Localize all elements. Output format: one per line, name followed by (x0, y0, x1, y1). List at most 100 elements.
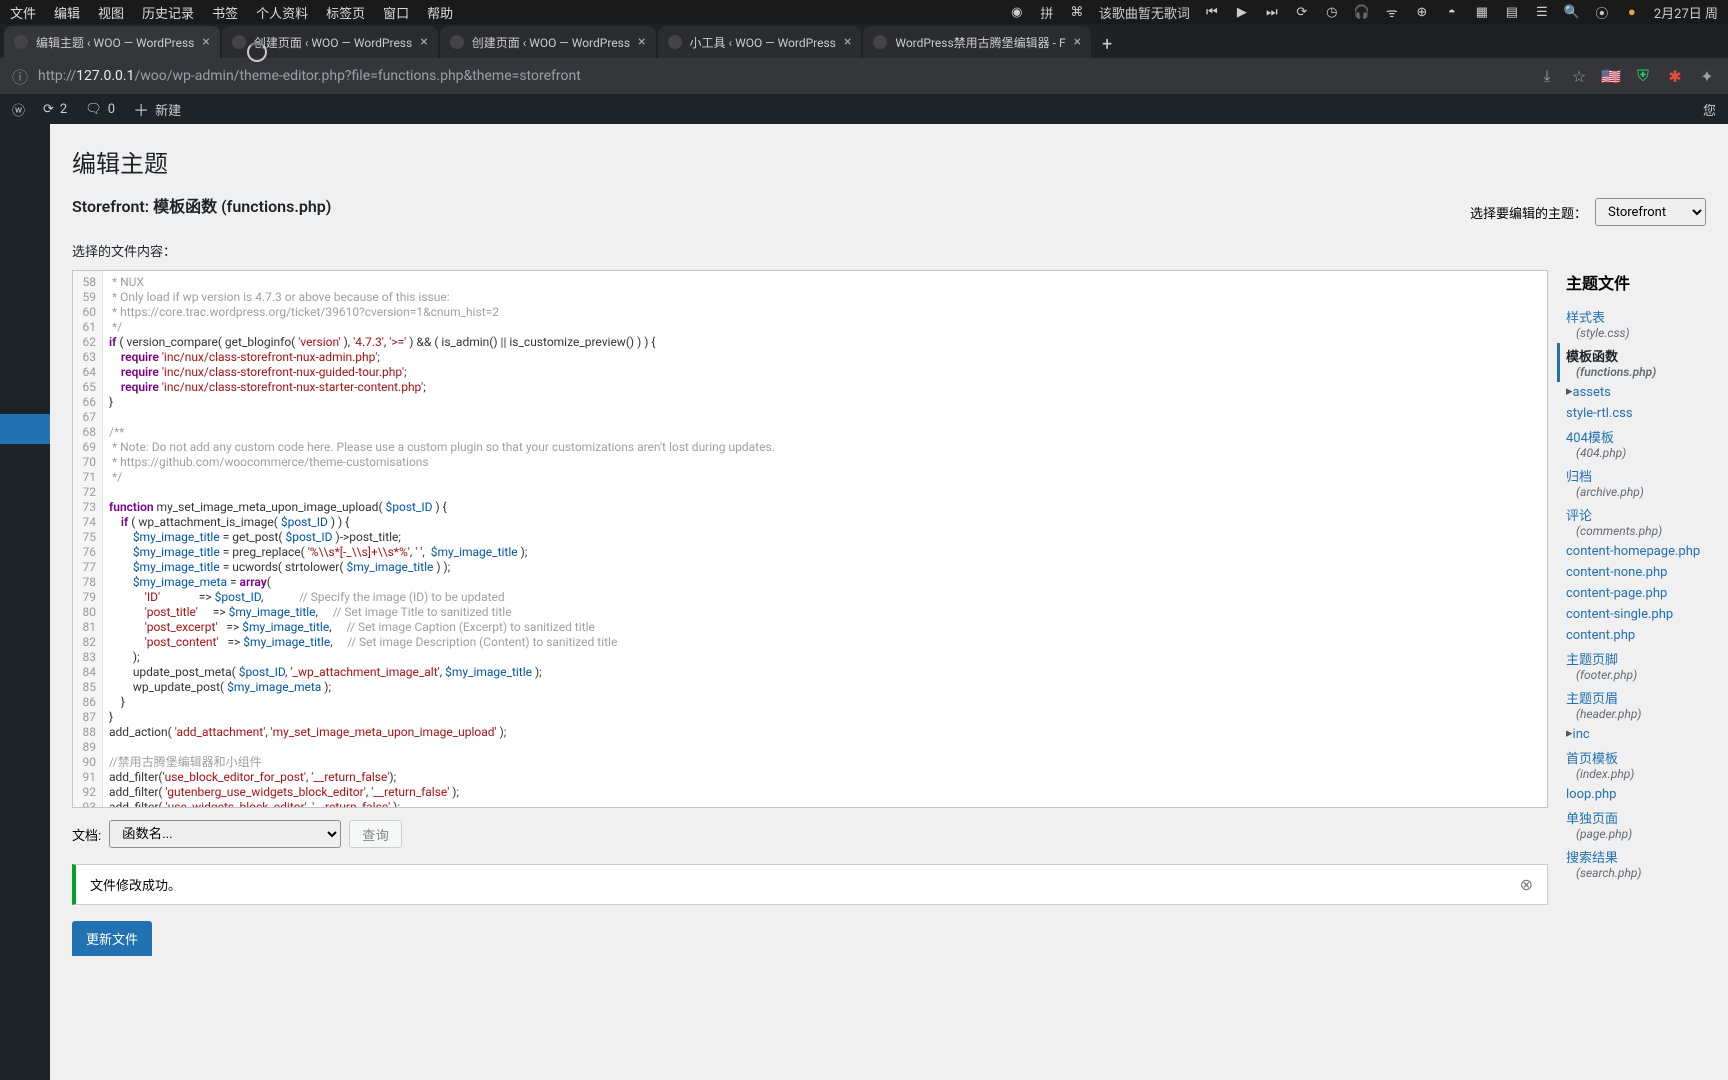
wifi-icon[interactable]: ᯤ (1384, 4, 1400, 20)
file-item[interactable]: content-homepage.php (1566, 541, 1706, 562)
ime-icon[interactable]: 拼 (1039, 4, 1055, 20)
code-content[interactable]: * NUX * Only load if wp version is 4.7.3… (103, 271, 1547, 808)
close-icon[interactable]: × (202, 34, 209, 50)
new-label: 新建 (155, 100, 181, 119)
file-item[interactable]: 首页模板(index.php) (1566, 745, 1706, 784)
file-item[interactable]: 单独页面(page.php) (1566, 805, 1706, 844)
user-greeting[interactable]: 您 (1703, 100, 1716, 119)
file-label: 404模板 (1566, 431, 1614, 446)
theme-select[interactable]: Storefront (1595, 198, 1706, 226)
menu-icon[interactable]: ☰ (1534, 4, 1550, 20)
menu-窗口[interactable]: 窗口 (383, 3, 409, 22)
theme-files-heading: 主题文件 (1566, 270, 1706, 294)
install-icon[interactable]: ⤓ (1538, 67, 1556, 85)
file-label: 样式表 (1566, 311, 1605, 326)
file-item[interactable]: 搜索结果(search.php) (1566, 844, 1706, 883)
file-meta: (search.php) (1566, 866, 1706, 880)
file-label: 主题页脚 (1566, 653, 1618, 668)
new-button[interactable]: ＋新建 (133, 97, 181, 121)
browser-tab[interactable]: 小工具 ‹ WOO — WordPress× (658, 26, 862, 58)
flag-icon[interactable]: 🇺🇸 (1602, 67, 1620, 85)
file-label: 搜索结果 (1566, 851, 1618, 866)
browser-tab[interactable]: 编辑主题 ‹ WOO — WordPress × (4, 26, 220, 58)
control-center-icon[interactable]: ⦿ (1594, 4, 1610, 20)
menu-个人资料[interactable]: 个人资料 (256, 3, 308, 22)
doc-lookup-button[interactable]: 查询 (349, 820, 402, 848)
file-label: 单独页面 (1566, 812, 1618, 827)
search-icon[interactable]: 🔍 (1564, 4, 1580, 20)
menu-书签[interactable]: 书签 (212, 3, 238, 22)
url-display[interactable]: http://127.0.0.1/woo/wp-admin/theme-edit… (38, 68, 1528, 84)
menu-文件[interactable]: 文件 (10, 3, 36, 22)
extensions-icon[interactable]: ✦ (1698, 67, 1716, 85)
file-label: 评论 (1566, 509, 1592, 524)
grid-icon[interactable]: ▦ (1474, 4, 1490, 20)
file-item[interactable]: content-none.php (1566, 562, 1706, 583)
globe-icon[interactable]: ⊕ (1414, 4, 1430, 20)
favicon-icon (450, 35, 464, 49)
comments-icon[interactable]: 🗨 0 (85, 102, 115, 117)
browser-tab[interactable]: WordPress禁用古腾堡编辑器 - F× (863, 26, 1091, 58)
menu-编辑[interactable]: 编辑 (54, 3, 80, 22)
close-icon[interactable]: × (420, 34, 427, 50)
file-item[interactable]: 归档(archive.php) (1566, 463, 1706, 502)
new-tab-button[interactable]: + (1093, 30, 1121, 58)
doc-function-select[interactable]: 函数名... (109, 820, 341, 848)
file-meta: (index.php) (1566, 767, 1706, 781)
menu-帮助[interactable]: 帮助 (427, 3, 453, 22)
doc-label: 文档: (72, 825, 101, 844)
favicon-icon (668, 35, 682, 49)
file-meta: (page.php) (1566, 827, 1706, 841)
favicon-icon (232, 35, 246, 49)
update-file-button[interactable]: 更新文件 (72, 921, 152, 956)
refresh-icon[interactable]: ⟳ 2 (43, 102, 67, 117)
site-info-icon[interactable]: ⓘ (12, 64, 28, 88)
file-item[interactable]: loop.php (1566, 784, 1706, 805)
file-item[interactable]: inc (1566, 724, 1706, 745)
menu-标签页[interactable]: 标签页 (326, 3, 365, 22)
headphones-icon[interactable]: 🎧 (1354, 4, 1370, 20)
selected-file-label: 选择的文件内容： (72, 241, 176, 260)
tab-title: 创建页面 ‹ WOO — WordPress (472, 34, 630, 51)
close-icon[interactable]: × (844, 34, 851, 50)
shield-icon[interactable]: ⛨ (1634, 67, 1652, 85)
menu-视图[interactable]: 视图 (98, 3, 124, 22)
bookmark-icon[interactable]: ☆ (1570, 67, 1588, 85)
file-item[interactable]: 评论(comments.php) (1566, 502, 1706, 541)
close-icon[interactable]: × (1074, 34, 1081, 50)
file-item[interactable]: 模板函数(functions.php) (1557, 343, 1706, 382)
file-item[interactable]: content-page.php (1566, 583, 1706, 604)
browser-tab[interactable]: 创建页面 ‹ WOO — WordPress × (440, 26, 656, 58)
menu-历史记录[interactable]: 历史记录 (142, 3, 194, 22)
sync-icon[interactable]: ⟳ (1294, 4, 1310, 20)
discord-icon[interactable]: ◓ (1444, 4, 1460, 20)
file-item[interactable]: 主题页眉(header.php) (1566, 685, 1706, 724)
app-icon[interactable]: ⌘ (1069, 4, 1085, 20)
file-label: content-none.php (1566, 565, 1667, 580)
media-prev-icon[interactable]: ⏮ (1204, 4, 1220, 20)
notice-dismiss-icon[interactable]: ⊗ (1520, 875, 1533, 894)
close-icon[interactable]: × (638, 34, 645, 50)
calendar-icon[interactable]: ▤ (1504, 4, 1520, 20)
extension-icon[interactable]: ✱ (1666, 67, 1684, 85)
file-label: assets (1573, 385, 1611, 400)
file-item[interactable]: 404模板(404.php) (1566, 424, 1706, 463)
clock-icon[interactable]: ◷ (1324, 4, 1340, 20)
record-icon[interactable]: ◉ (1009, 4, 1025, 20)
file-item[interactable]: style-rtl.css (1566, 403, 1706, 424)
status-dot-icon: ● (1624, 4, 1640, 20)
file-item[interactable]: 样式表(style.css) (1566, 304, 1706, 343)
media-play-icon[interactable]: ▶ (1234, 4, 1250, 20)
file-item[interactable]: content-single.php (1566, 604, 1706, 625)
clock-text[interactable]: 2月27日 周 (1654, 3, 1718, 22)
tab-title: 编辑主题 ‹ WOO — WordPress (36, 34, 194, 51)
code-editor[interactable]: 5859606162636465666768697071727374757677… (72, 270, 1548, 808)
loading-cursor-icon (247, 42, 267, 62)
file-item[interactable]: content.php (1566, 625, 1706, 646)
file-item[interactable]: assets (1566, 382, 1706, 403)
sidebar-active-indicator (0, 414, 50, 444)
file-item[interactable]: 主题页脚(footer.php) (1566, 646, 1706, 685)
wp-admin-sidebar[interactable] (0, 124, 50, 1080)
wp-logo-icon[interactable]: ⓦ (12, 100, 25, 119)
media-next-icon[interactable]: ⏭ (1264, 4, 1280, 20)
